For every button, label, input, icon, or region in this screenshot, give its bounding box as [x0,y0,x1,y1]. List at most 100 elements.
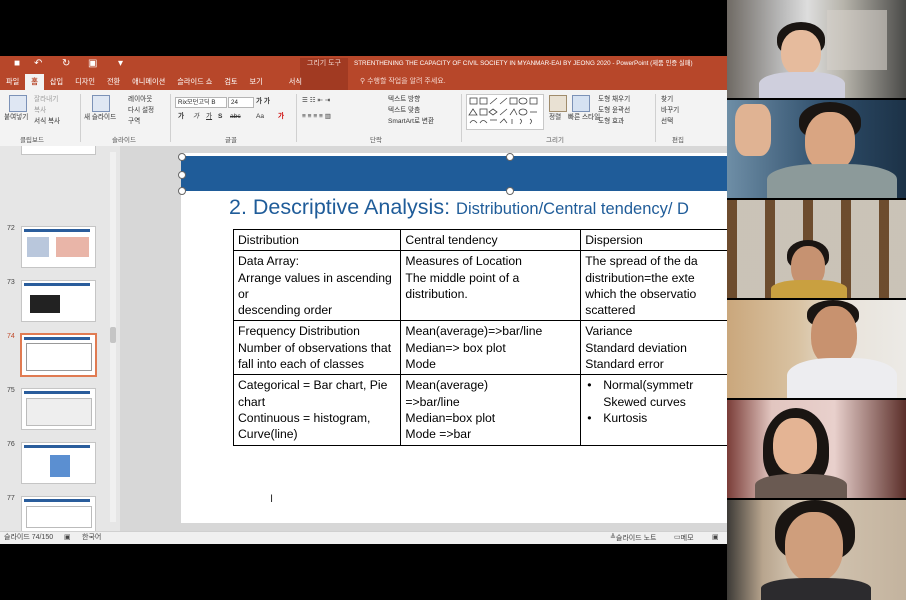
table-header[interactable]: Central tendency [400,228,582,252]
paste-button[interactable]: 붙여넣기 [4,113,28,122]
present-icon[interactable]: ▣ [88,58,97,70]
grow-font-icon[interactable]: 가 가 [256,97,270,106]
notes-button[interactable]: ≜ 슬라이드 노트 [610,533,656,543]
participant-video-2[interactable] [727,100,906,198]
font-color-icon[interactable]: 가 [278,112,284,121]
tab-transitions[interactable]: 전환 [101,74,126,90]
smartart-button[interactable]: SmartArt로 변환 [388,117,434,126]
participant-video-1[interactable] [727,0,906,98]
table-cell[interactable]: The spread of the da distribution=the ex… [580,250,727,322]
participant-video-3[interactable] [727,200,906,298]
underline-icon[interactable]: 가 [206,112,212,121]
tab-file[interactable]: 파일 [0,74,25,90]
cut-button[interactable]: 잘라내기 [34,95,58,104]
font-size-field[interactable]: 24 [228,97,254,108]
table-cell[interactable]: Normal(symmetrSkewed curves Kurtosis [580,374,727,446]
slide-thumbnail-77[interactable] [21,496,96,531]
resize-handle[interactable] [506,187,514,195]
slide-thumbnail-72[interactable] [21,226,96,268]
arrange-button[interactable]: 정렬 [549,113,561,122]
document-title: STRENTHENING THE CAPACITY OF CIVIL SOCIE… [354,60,693,67]
align-text-button[interactable]: 텍스트 맞춤 [388,106,420,115]
shadow-icon[interactable]: S [218,112,222,121]
align-icon[interactable]: ≡ ≡ ≡ ≡ ▥ [302,112,331,121]
tab-animations[interactable]: 애니메이션 [126,74,171,90]
resize-handle[interactable] [178,171,186,179]
analysis-table[interactable]: Distribution Central tendency Dispersion… [232,228,727,446]
undo-icon[interactable]: ↶ [34,58,42,70]
table-cell[interactable]: Mean(average)=>bar/line Median=> box plo… [400,320,582,376]
slide[interactable]: 2. Descriptive Analysis: Distribution/Ce… [178,153,727,523]
layout-button[interactable]: 레이아웃 [128,95,152,104]
tab-format[interactable]: 서식 [283,74,308,90]
font-name-field[interactable]: Rix모던고딕 B [175,97,227,108]
slide-thumbnail-74[interactable] [20,333,97,377]
participant-video-5[interactable] [727,400,906,498]
tab-review[interactable]: 검토 [218,74,243,90]
bullets-icon[interactable]: ☰ ☷ ⇤ ⇥ [302,96,330,105]
slide-thumbnail-73[interactable] [21,280,96,322]
slide-thumbnail-76[interactable] [21,442,96,484]
arrange-icon[interactable] [549,95,567,112]
comments-button[interactable]: ▭ 메모 [674,533,694,543]
tell-me-search[interactable]: ⚲ 수행할 작업을 알려 주세요. [360,74,446,90]
shapes-gallery[interactable] [466,94,544,130]
slide-thumbnail-75[interactable] [21,388,96,430]
resize-handle[interactable] [178,153,186,161]
quick-styles-button[interactable]: 빠른 스타일 [568,113,600,122]
table-header[interactable]: Dispersion [580,228,727,252]
copy-button[interactable]: 복사 [34,106,46,115]
table-cell[interactable]: Frequency Distribution Number of observa… [232,320,402,376]
table-cell[interactable]: Variance Standard deviation Standard err… [580,320,727,376]
shape-fill-button[interactable]: 도형 채우기 [598,95,630,104]
list-item: Normal(symmetrSkewed curves [587,377,727,410]
format-painter-button[interactable]: 서식 복사 [34,117,60,126]
shape-effects-button[interactable]: 도형 효과 [598,117,624,126]
reset-button[interactable]: 다시 설정 [128,106,154,115]
text-direction-button[interactable]: 텍스트 방향 [388,95,420,104]
normal-view-icon[interactable]: ▣ [712,533,719,543]
table-cell[interactable]: Mean(average) =>bar/line Median=box plot… [400,374,582,446]
tab-design[interactable]: 디자인 [69,74,101,90]
change-case-icon[interactable]: Aa [256,112,264,121]
tab-view[interactable]: 보기 [244,74,269,90]
quick-styles-icon[interactable] [572,95,590,112]
customize-icon[interactable]: ▾ [118,58,123,70]
language-indicator[interactable]: 한국어 [82,533,101,543]
new-slide-icon[interactable] [92,95,110,112]
participant-video-4[interactable] [727,300,906,398]
table-cell[interactable]: Categorical = Bar chart, Pie chart Conti… [232,374,402,446]
editing-group-label: 편집 [672,137,684,144]
table-header[interactable]: Distribution [232,228,402,252]
save-icon[interactable]: ■ [14,58,20,70]
cell-line: Categorical = Bar chart, Pie [238,378,388,393]
tab-home[interactable]: 홈 [25,74,44,90]
bold-icon[interactable]: 가 [178,112,184,121]
redo-icon[interactable]: ↻ [62,58,70,70]
tab-insert[interactable]: 삽입 [44,74,69,90]
resize-handle[interactable] [506,153,514,161]
table-cell[interactable]: Data Array: Arrange values in ascending … [232,250,402,322]
new-slide-button[interactable]: 새 슬라이드 [84,113,116,122]
slide-editor: 2. Descriptive Analysis: Distribution/Ce… [120,146,727,531]
participant-video-6[interactable] [727,500,906,600]
paste-icon[interactable] [9,95,27,112]
strike-icon[interactable]: abc [230,112,241,121]
slide-title[interactable]: 2. Descriptive Analysis: Distribution/Ce… [229,195,689,220]
tab-slideshow[interactable]: 슬라이드 쇼 [171,74,218,90]
select-button[interactable]: 선택 [661,117,673,126]
slide-thumbnail-partial[interactable] [21,146,96,155]
table-cell[interactable]: Measures of Location The middle point of… [400,250,582,322]
find-button[interactable]: 찾기 [661,95,673,104]
paragraph-group-label: 단락 [370,137,382,144]
replace-button[interactable]: 바꾸기 [661,106,679,115]
shape-outline-button[interactable]: 도형 윤곽선 [598,106,630,115]
resize-handle[interactable] [178,187,186,195]
spellcheck-icon[interactable]: ▣ [64,533,71,543]
thumbnail-scroll-handle[interactable] [110,327,116,343]
section-button[interactable]: 구역 [128,117,140,126]
italic-icon[interactable]: 가 [193,112,199,121]
title-banner-shape[interactable] [181,156,727,191]
thumbnail-scrollbar[interactable] [110,152,116,522]
group-separator [655,94,656,142]
